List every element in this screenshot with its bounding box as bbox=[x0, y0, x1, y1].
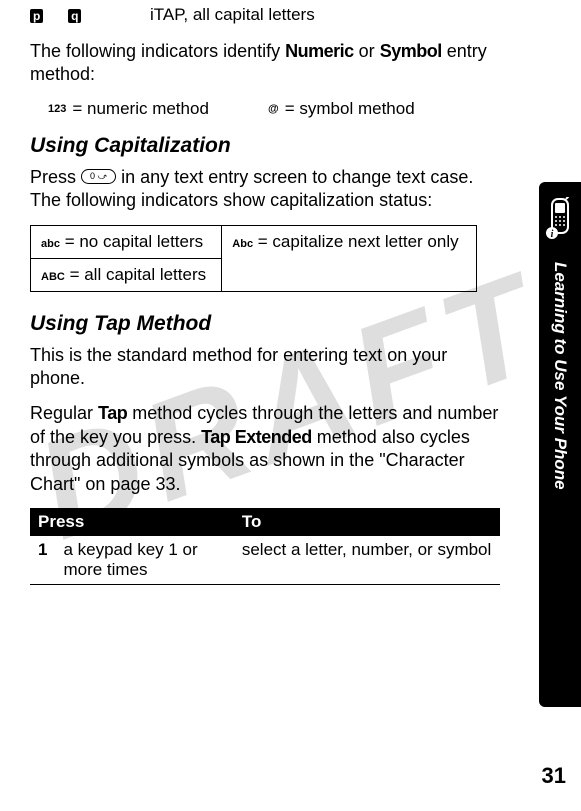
press-action: a keypad key 1 or more times bbox=[55, 536, 233, 585]
symbol-icon: @ bbox=[268, 103, 279, 115]
ABC-icon: ABC bbox=[41, 271, 65, 283]
tap-text: Regular bbox=[30, 403, 98, 423]
itap-text: iTAP, all capital letters bbox=[150, 5, 315, 25]
capitalization-instruction: Press 0 ⤻ in any text entry screen to ch… bbox=[30, 166, 500, 213]
cap-text: Press bbox=[30, 167, 81, 187]
cap-none-text: = no capital letters bbox=[60, 232, 203, 251]
svg-text:i: i bbox=[551, 229, 554, 240]
intro-numeric: Numeric bbox=[285, 41, 354, 61]
cap-all-text: = all capital letters bbox=[65, 265, 206, 284]
itap-indicator-row: p q iTAP, all capital letters bbox=[30, 5, 500, 25]
cap-cell-none: abc = no capital letters bbox=[31, 225, 222, 258]
itap-glyph-icon: p bbox=[30, 9, 43, 23]
table-header-row: Press To bbox=[30, 508, 500, 536]
abc-icon: abc bbox=[41, 238, 60, 250]
tap-bold: Tap bbox=[98, 403, 127, 423]
side-chapter-tab: i Learning to Use Your Phone bbox=[539, 182, 581, 707]
page-number: 31 bbox=[542, 763, 566, 789]
side-chapter-label: Learning to Use Your Phone bbox=[550, 262, 570, 490]
capitalization-table: abc = no capital letters Abc = capitaliz… bbox=[30, 225, 477, 292]
phone-info-icon: i bbox=[546, 197, 574, 241]
cap-next-text: = capitalize next letter only bbox=[253, 232, 459, 251]
table-row: abc = no capital letters Abc = capitaliz… bbox=[31, 225, 477, 258]
step-number: 1 bbox=[30, 536, 55, 585]
cap-cell-next: Abc = capitalize next letter only bbox=[222, 225, 476, 291]
intro-symbol: Symbol bbox=[380, 41, 442, 61]
method-indicators-row: 123 = numeric method @ = symbol method bbox=[48, 99, 500, 119]
tap-intro: This is the standard method for entering… bbox=[30, 344, 500, 391]
using-capitalization-heading: Using Capitalization bbox=[30, 134, 500, 158]
press-to-table: Press To 1 a keypad key 1 or more times … bbox=[30, 508, 500, 585]
symbol-label: = symbol method bbox=[285, 99, 415, 119]
intro-paragraph: The following indicators identify Numeri… bbox=[30, 40, 500, 87]
to-result: select a letter, number, or symbol bbox=[234, 536, 500, 585]
itap-glyph-icon: q bbox=[68, 9, 81, 23]
side-label-container: Learning to Use Your Phone bbox=[539, 262, 581, 662]
table-row: 1 a keypad key 1 or more times select a … bbox=[30, 536, 500, 585]
Abc-icon: Abc bbox=[232, 238, 253, 250]
symbol-method-cell: @ = symbol method bbox=[268, 99, 415, 119]
cap-cell-all: ABC = all capital letters bbox=[31, 258, 222, 291]
press-header: Press bbox=[30, 508, 234, 536]
intro-text: The following indicators identify bbox=[30, 41, 285, 61]
tap-detail: Regular Tap method cycles through the le… bbox=[30, 402, 500, 496]
itap-icons: p q bbox=[30, 5, 150, 25]
key-label: 0 bbox=[90, 171, 95, 181]
using-tap-method-heading: Using Tap Method bbox=[30, 312, 500, 336]
numeric-label: = numeric method bbox=[72, 99, 209, 119]
numeric-method-cell: 123 = numeric method bbox=[48, 99, 268, 119]
to-header: To bbox=[234, 508, 500, 536]
tap-extended-bold: Tap Extended bbox=[201, 427, 312, 447]
zero-key-icon: 0 ⤻ bbox=[81, 169, 116, 184]
numeric-icon: 123 bbox=[48, 103, 66, 115]
intro-text: or bbox=[354, 41, 380, 61]
